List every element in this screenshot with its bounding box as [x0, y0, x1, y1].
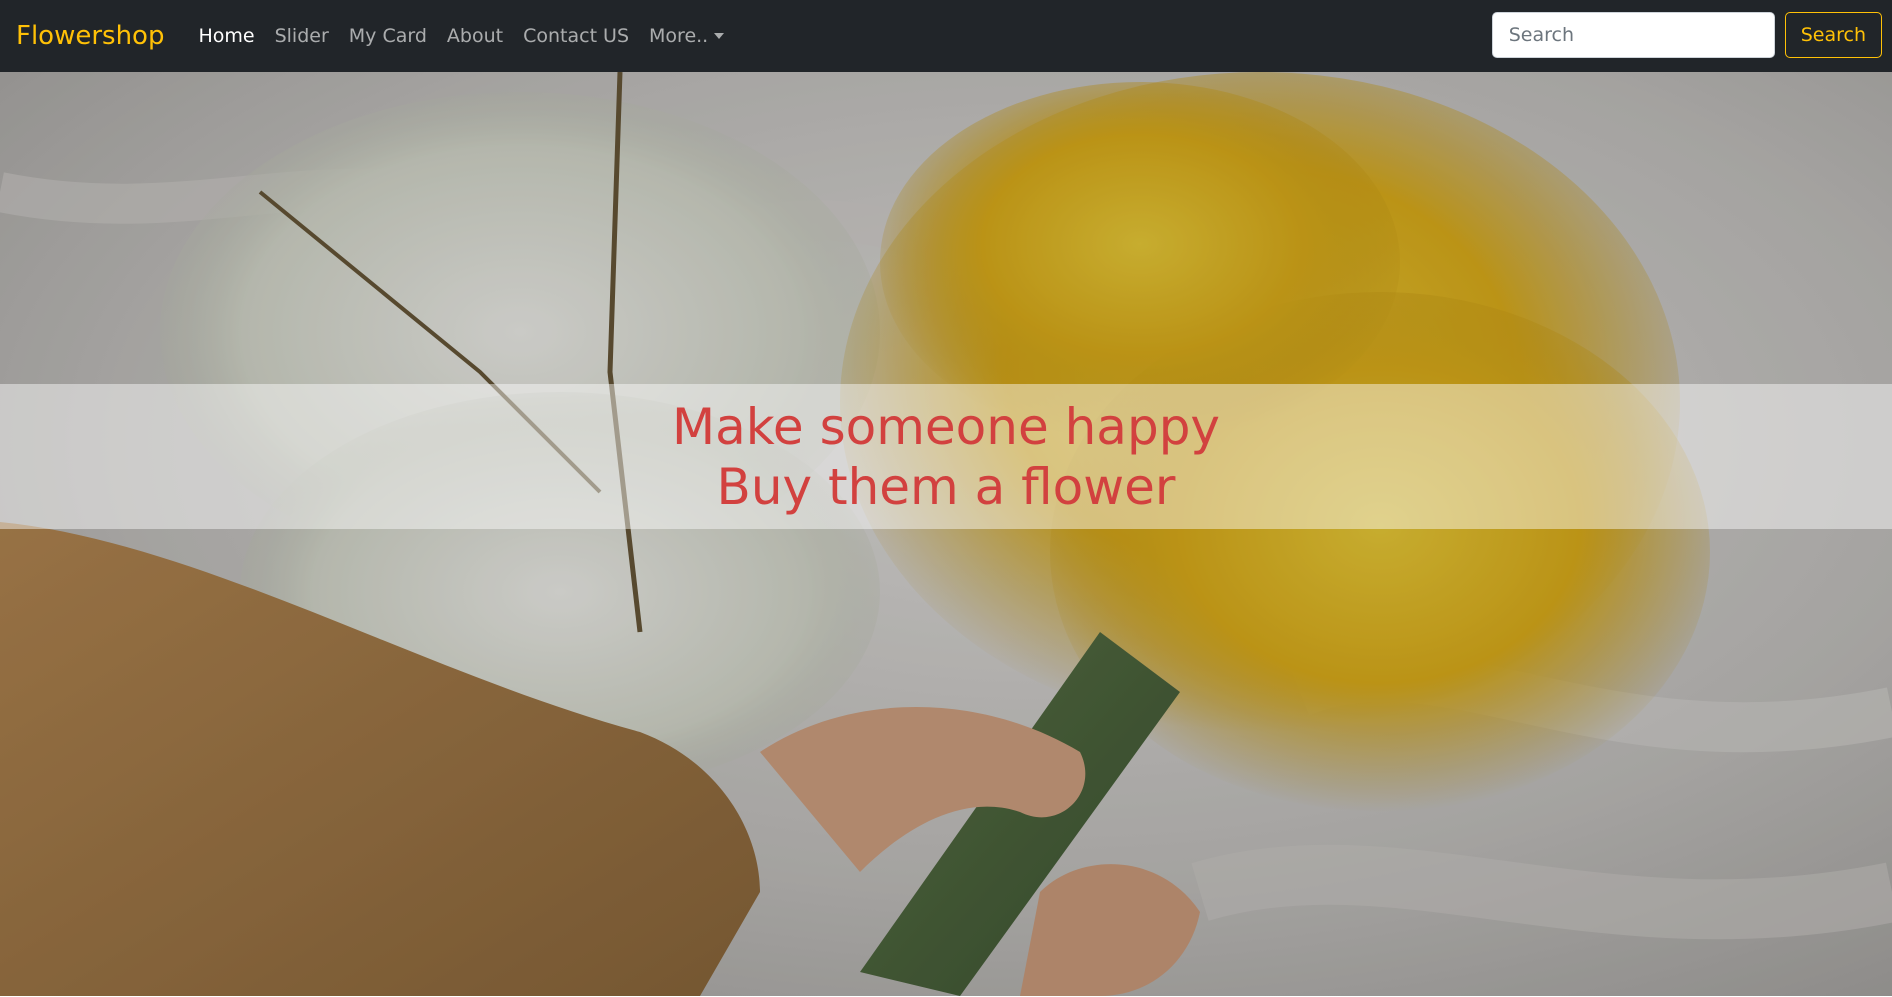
- nav-slider[interactable]: Slider: [265, 17, 339, 55]
- hero-banner: Make someone happy Buy them a flower: [0, 72, 1892, 996]
- nav-links: Home Slider My Card About Contact US Mor…: [188, 17, 734, 55]
- hero-headline: Make someone happy: [671, 397, 1221, 456]
- nav-my-card[interactable]: My Card: [339, 17, 437, 55]
- nav-contact-us[interactable]: Contact US: [513, 17, 639, 55]
- search-button[interactable]: Search: [1784, 12, 1882, 58]
- hero-overlay: [0, 72, 1892, 996]
- nav-home[interactable]: Home: [188, 17, 264, 55]
- nav-more-label: More..: [649, 25, 709, 47]
- caret-down-icon: [714, 33, 725, 39]
- hero-subheadline: Buy them a flower: [716, 457, 1176, 516]
- hero-caption: Make someone happy Buy them a flower: [0, 384, 1892, 529]
- nav-about[interactable]: About: [437, 17, 513, 55]
- nav-more-dropdown[interactable]: More..: [639, 17, 734, 55]
- search-form: Search: [1491, 12, 1882, 58]
- search-input[interactable]: [1491, 12, 1775, 58]
- brand-logo[interactable]: Flowershop: [16, 21, 164, 51]
- top-navbar: Flowershop Home Slider My Card About Con…: [0, 0, 1892, 72]
